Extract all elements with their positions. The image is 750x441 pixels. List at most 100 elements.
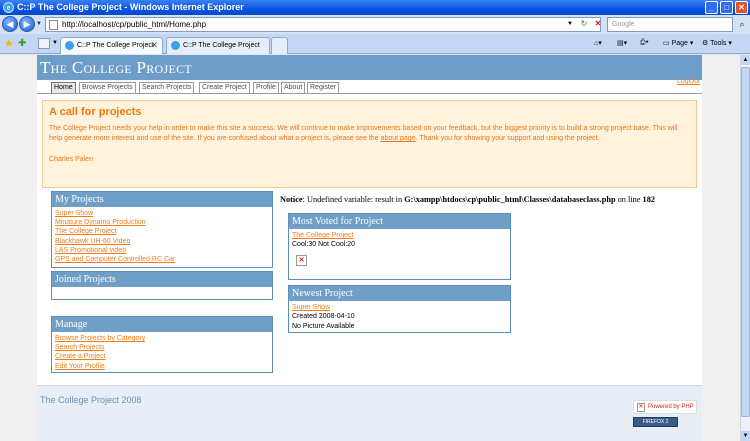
- manage-panel: Manage Browse Projects by Category Searc…: [51, 316, 273, 373]
- ie-logo-icon: e: [3, 2, 14, 13]
- page-icon: [49, 20, 58, 30]
- notice-label: Notice: [280, 195, 303, 204]
- callout-signature: Charles Palen: [49, 155, 93, 163]
- php-notice: Notice: Undefined variable: result in G:…: [280, 195, 655, 204]
- my-project-link[interactable]: GPS and Computer Controlled RC Car: [55, 255, 269, 264]
- address-toolbar: ◀ ▶ ▼ http://localhost/cp/public_html/Ho…: [0, 15, 750, 34]
- tab-label: C::P The College Project: [183, 42, 260, 49]
- tab-college-project-1[interactable]: C::P The College Project ✕: [60, 37, 163, 54]
- nav-profile[interactable]: Profile: [253, 82, 279, 93]
- home-icon[interactable]: ⌂▾: [594, 39, 602, 47]
- site-nav: Home Browse Projects Search Projects Cre…: [37, 80, 702, 93]
- most-voted-heading: Most Voted for Project: [289, 214, 510, 229]
- manage-link[interactable]: Search Projects: [55, 343, 269, 352]
- nav-divider: [37, 93, 702, 94]
- manage-link[interactable]: Create a Project: [55, 352, 269, 361]
- tab-list-dropdown-icon[interactable]: ▼: [52, 40, 58, 46]
- scroll-down-icon[interactable]: ▼: [741, 431, 750, 441]
- joined-projects-panel: Joined Projects: [51, 271, 273, 300]
- newest-project-link[interactable]: Super Show: [292, 303, 507, 312]
- logout-link[interactable]: LogOut: [677, 78, 700, 85]
- ie-tab-icon: [65, 41, 74, 50]
- notice-message: : Undefined variable: result in: [302, 195, 403, 204]
- site-footer: The College Project 2008 ✕ Powered by PH…: [37, 385, 702, 441]
- back-icon[interactable]: ◀: [2, 16, 18, 32]
- most-voted-panel: Most Voted for Project The College Proje…: [288, 213, 511, 280]
- address-dropdown-icon[interactable]: ▼: [564, 18, 576, 30]
- address-text: http://localhost/cp/public_html/Home.php: [62, 20, 207, 29]
- newest-project-panel: Newest Project Super Show Created 2008-0…: [288, 285, 511, 333]
- nav-home[interactable]: Home: [51, 82, 76, 93]
- site-title: The College Project: [40, 58, 193, 77]
- powered-by-php-label: Powered by PHP: [648, 404, 694, 410]
- page-margin: [702, 55, 740, 441]
- search-placeholder: Google: [612, 21, 635, 28]
- my-project-link[interactable]: Blackhawk UH-60 Video: [55, 237, 269, 246]
- tab-close-icon[interactable]: ✕: [150, 40, 158, 51]
- refresh-icon[interactable]: ↻: [578, 18, 590, 30]
- window-title: C::P The College Project - Windows Inter…: [17, 2, 244, 12]
- my-projects-panel: My Projects Super Show Minature Dynamo P…: [51, 191, 273, 268]
- my-project-link[interactable]: The College Project: [55, 227, 269, 236]
- nav-create-project[interactable]: Create Project: [199, 82, 250, 93]
- nav-search-projects[interactable]: Search Projects: [139, 82, 195, 93]
- window-titlebar: e C::P The College Project - Windows Int…: [0, 0, 750, 15]
- most-voted-project-link[interactable]: The College Project: [292, 231, 507, 240]
- site-container: The College Project Home Browse Projects…: [37, 55, 702, 441]
- tab-college-project-2[interactable]: C::P The College Project: [166, 37, 270, 54]
- tools-menu[interactable]: ⚙ Tools ▾: [702, 39, 732, 47]
- address-input[interactable]: http://localhost/cp/public_html/Home.php: [45, 17, 601, 32]
- minimize-icon[interactable]: _: [705, 1, 718, 14]
- my-project-link[interactable]: Minature Dynamo Production: [55, 218, 269, 227]
- callout-message: The College Project needs your help in o…: [49, 124, 689, 165]
- my-project-link[interactable]: LAS Promotional video: [55, 246, 269, 255]
- broken-image-icon: ✕: [637, 403, 645, 412]
- tab-bar: ★ ✚ ▼ C::P The College Project ✕ C::P Th…: [0, 34, 750, 54]
- joined-projects-heading: Joined Projects: [52, 272, 272, 287]
- feeds-icon[interactable]: ▤▾: [617, 39, 627, 47]
- manage-heading: Manage: [52, 317, 272, 332]
- new-tab-button[interactable]: [271, 37, 288, 54]
- forward-icon[interactable]: ▶: [19, 16, 35, 32]
- print-icon[interactable]: ⎙▾: [640, 39, 649, 47]
- tools-menu-label: Tools: [710, 40, 727, 47]
- site-header: The College Project: [37, 55, 702, 80]
- call-for-projects-box: A call for projects The College Project …: [42, 100, 697, 188]
- scroll-thumb[interactable]: [741, 67, 750, 417]
- created-date: Created 2008-04-10: [292, 313, 355, 321]
- stop-icon[interactable]: ✕: [592, 18, 604, 30]
- newest-project-heading: Newest Project: [289, 286, 510, 301]
- broken-image-icon: ✕: [296, 254, 307, 266]
- firefox-badge[interactable]: FIREFOX 2: [633, 417, 678, 427]
- vertical-scrollbar[interactable]: ▲ ▼: [740, 55, 750, 441]
- footer-copyright: The College Project 2008: [40, 395, 142, 405]
- page-menu-label: Page: [671, 40, 688, 47]
- callout-heading: A call for projects: [49, 106, 142, 118]
- search-icon[interactable]: ⌕: [736, 18, 748, 30]
- notice-line-text: on line: [617, 195, 641, 204]
- manage-link[interactable]: Browse Projects by Category: [55, 334, 269, 343]
- about-page-link[interactable]: about page: [381, 135, 416, 142]
- history-dropdown-icon[interactable]: ▼: [36, 21, 42, 27]
- favorites-star-icon[interactable]: ★: [4, 37, 14, 50]
- nav-browse-projects[interactable]: Browse Projects: [79, 82, 136, 93]
- tab-label: C::P The College Project: [77, 42, 154, 49]
- notice-path: G:\xampp\htdocs\cp\public_html\Classes\d…: [404, 195, 616, 204]
- ie-tab-icon: [171, 41, 180, 50]
- close-icon[interactable]: ✕: [735, 1, 748, 14]
- nav-register[interactable]: Register: [307, 82, 340, 93]
- callout-text-end: . Thank you for showing your support and…: [415, 135, 600, 143]
- quick-tabs-icon[interactable]: [38, 38, 50, 49]
- manage-link[interactable]: Edit Your Profile: [55, 362, 269, 371]
- nav-about[interactable]: About: [281, 82, 306, 93]
- scroll-up-icon[interactable]: ▲: [741, 55, 750, 65]
- page-viewport: The College Project Home Browse Projects…: [0, 55, 740, 441]
- page-menu[interactable]: ▭ Page ▾: [663, 39, 693, 47]
- search-input[interactable]: Google: [607, 17, 733, 32]
- my-project-link[interactable]: Super Show: [55, 209, 269, 218]
- no-picture-text: No Picture Available: [292, 322, 355, 330]
- add-favorite-icon[interactable]: ✚: [18, 38, 26, 49]
- my-projects-heading: My Projects: [52, 192, 272, 207]
- powered-by-php-badge[interactable]: ✕ Powered by PHP: [633, 400, 697, 414]
- maximize-icon[interactable]: □: [720, 1, 733, 14]
